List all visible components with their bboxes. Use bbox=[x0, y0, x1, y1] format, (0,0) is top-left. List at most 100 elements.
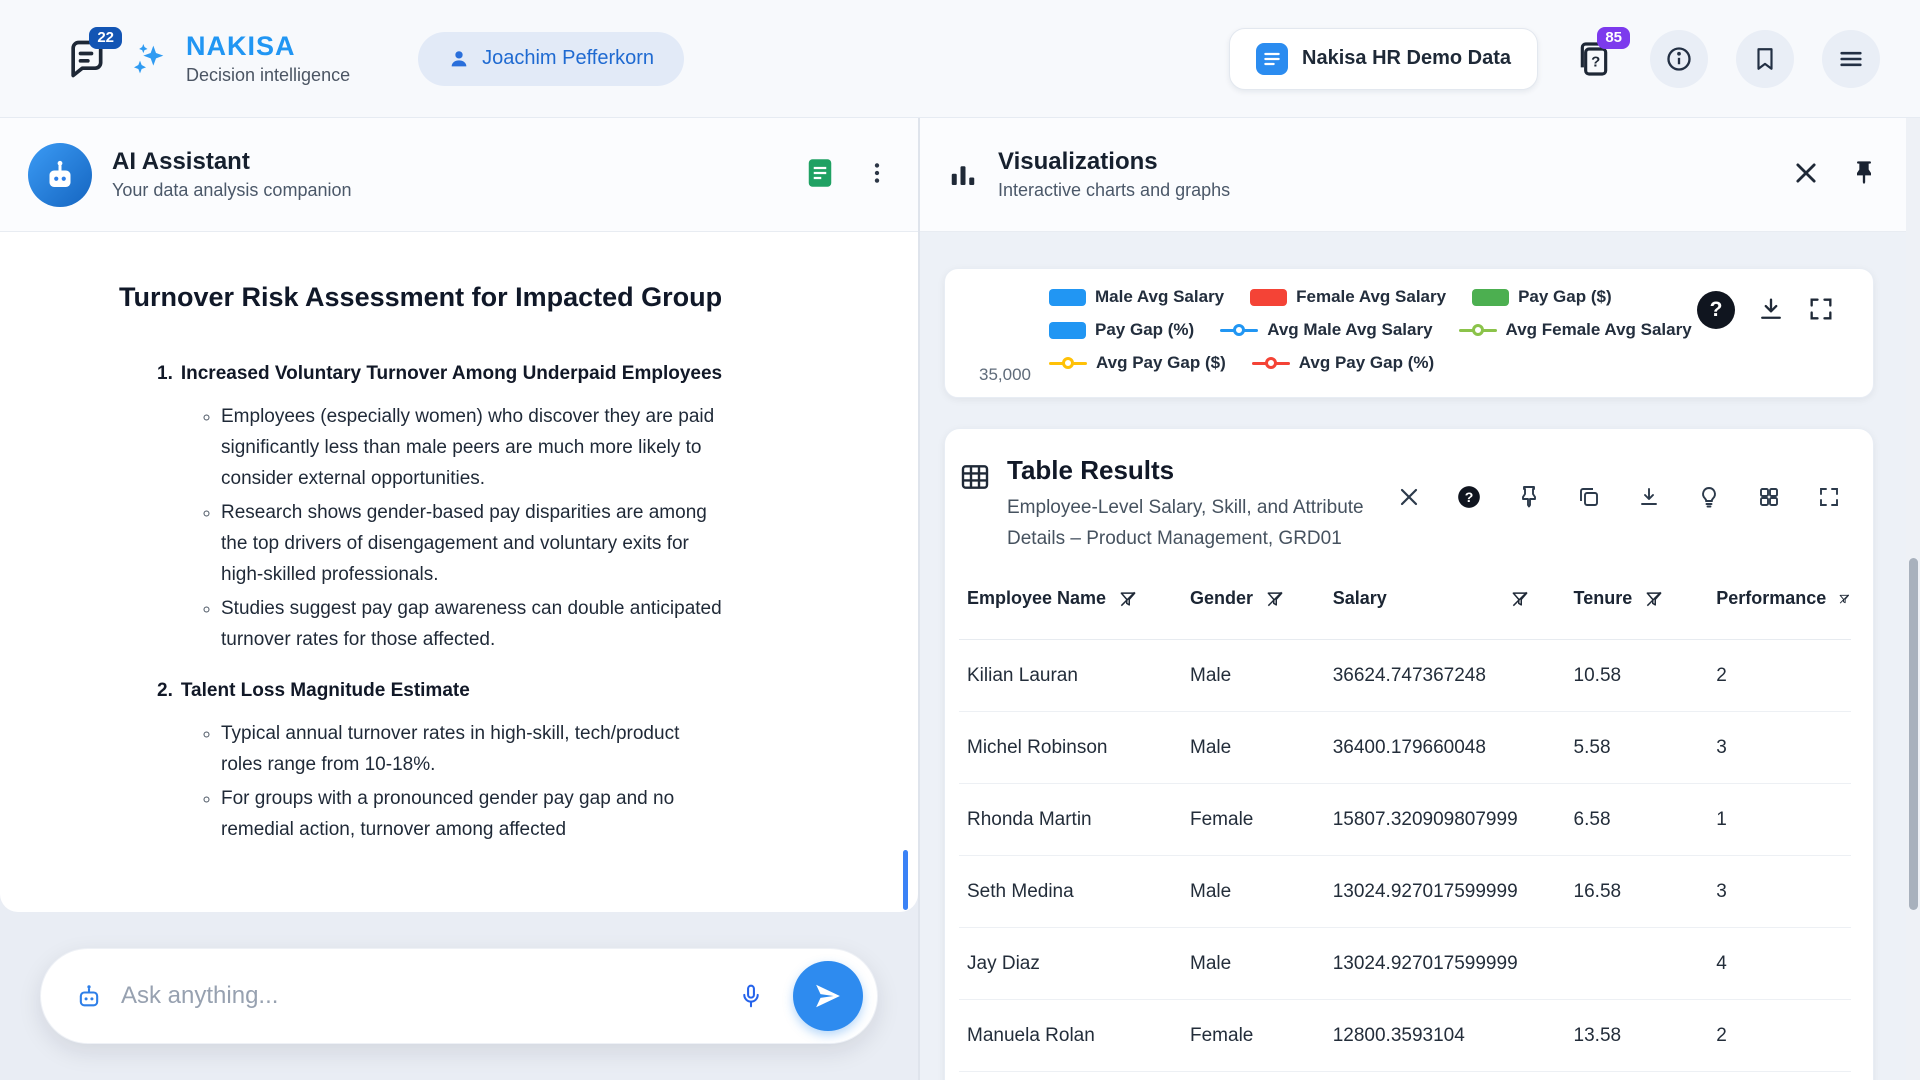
svg-text:?: ? bbox=[1591, 53, 1600, 70]
close-icon bbox=[1792, 159, 1820, 187]
svg-text:?: ? bbox=[1465, 489, 1474, 505]
chat-button[interactable]: 22 bbox=[58, 31, 114, 87]
legend-item[interactable]: Avg Male Avg Salary bbox=[1220, 320, 1432, 340]
send-button[interactable] bbox=[793, 961, 863, 1031]
library-badge: 85 bbox=[1597, 27, 1630, 49]
mic-button[interactable] bbox=[727, 972, 775, 1020]
pin-visualizations-button[interactable] bbox=[1850, 159, 1878, 190]
info-button[interactable] bbox=[1650, 30, 1708, 88]
cell-tenure bbox=[1566, 928, 1709, 1000]
table-row[interactable]: Seth Medina Male 13024.927017599999 16.5… bbox=[959, 856, 1851, 928]
cell-gender: Female bbox=[1182, 784, 1325, 856]
chat-input-bar bbox=[40, 948, 878, 1044]
page-scrollbar-thumb[interactable] bbox=[1909, 558, 1918, 910]
cell-performance: 3 bbox=[1708, 856, 1851, 928]
bar-chart-icon bbox=[948, 160, 978, 190]
content-scrollbar-thumb[interactable] bbox=[903, 850, 908, 910]
table-results-subtitle: Employee-Level Salary, Skill, and Attrib… bbox=[1007, 492, 1364, 554]
cell-salary: 13024.927017599999 bbox=[1325, 856, 1566, 928]
bookmark-button[interactable] bbox=[1736, 30, 1794, 88]
chart-help-button[interactable]: ? bbox=[1697, 291, 1735, 329]
filter-icon[interactable] bbox=[1838, 589, 1851, 609]
mic-icon bbox=[738, 983, 764, 1009]
cell-tenure: 6.58 bbox=[1566, 784, 1709, 856]
close-table-button[interactable] bbox=[1387, 477, 1431, 517]
page-scrollbar[interactable] bbox=[1906, 118, 1920, 1080]
cell-performance: 3 bbox=[1708, 712, 1851, 784]
table-icon bbox=[959, 461, 991, 493]
cell-gender: Male bbox=[1182, 928, 1325, 1000]
table-copy-button[interactable] bbox=[1567, 477, 1611, 517]
cell-employee-name: Kilian Lauran bbox=[959, 640, 1182, 712]
chat-input[interactable] bbox=[121, 982, 709, 1010]
filter-icon[interactable] bbox=[1644, 589, 1664, 609]
close-icon bbox=[1397, 485, 1421, 509]
legend-item[interactable]: Avg Pay Gap (%) bbox=[1252, 353, 1434, 373]
user-icon bbox=[448, 48, 470, 70]
table-layout-button[interactable] bbox=[1747, 477, 1791, 517]
column-header: Employee Name bbox=[967, 588, 1106, 609]
export-sheet-button[interactable] bbox=[806, 158, 834, 191]
library-button[interactable]: ? 85 bbox=[1566, 31, 1622, 87]
table-pin-button[interactable] bbox=[1507, 477, 1551, 517]
legend-item[interactable]: Female Avg Salary bbox=[1250, 287, 1446, 307]
top-header: 22 NAKISA Decision intelligence Joachim … bbox=[0, 0, 1920, 118]
ai-response-content[interactable]: Turnover Risk Assessment for Impacted Gr… bbox=[0, 232, 918, 912]
bullet-point: For groups with a pronounced gender pay … bbox=[221, 783, 723, 845]
table-row[interactable]: Jay Diaz Male 13024.927017599999 4 bbox=[959, 928, 1851, 1000]
ai-assistant-header: AI Assistant Your data analysis companio… bbox=[0, 118, 918, 232]
table-help-button[interactable]: ? bbox=[1447, 477, 1491, 517]
filter-icon[interactable] bbox=[1118, 589, 1138, 609]
table-row[interactable]: Manuela Rolan Female 12800.3593104 13.58… bbox=[959, 1000, 1851, 1072]
brand-name: NAKISA bbox=[186, 31, 350, 62]
bullet-point: Typical annual turnover rates in high-sk… bbox=[221, 718, 723, 780]
fullscreen-icon bbox=[1807, 295, 1835, 323]
list-item: 2.Talent Loss Magnitude Estimate Typical… bbox=[157, 675, 723, 845]
table-fullscreen-button[interactable] bbox=[1807, 477, 1851, 517]
list-item-number: 2. bbox=[157, 680, 173, 701]
user-name: Joachim Pefferkorn bbox=[482, 47, 654, 70]
assistant-input-icon bbox=[75, 982, 103, 1010]
legend-line-marker bbox=[1220, 324, 1258, 336]
hamburger-icon bbox=[1837, 45, 1865, 73]
fullscreen-icon bbox=[1817, 485, 1841, 509]
ai-assistant-avatar bbox=[28, 143, 92, 207]
list-item: 1.Increased Voluntary Turnover Among Und… bbox=[157, 358, 723, 655]
cell-performance: 4 bbox=[1708, 928, 1851, 1000]
table-download-button[interactable] bbox=[1627, 477, 1671, 517]
cell-tenure: 16.58 bbox=[1566, 856, 1709, 928]
filter-icon[interactable] bbox=[1265, 589, 1285, 609]
filter-icon[interactable] bbox=[1510, 589, 1530, 609]
legend-item[interactable]: Pay Gap ($) bbox=[1472, 287, 1612, 307]
cell-gender: Male bbox=[1182, 856, 1325, 928]
bullet-point: Studies suggest pay gap awareness can do… bbox=[221, 593, 723, 655]
cell-gender: Male bbox=[1182, 712, 1325, 784]
download-icon bbox=[1637, 485, 1661, 509]
table-row[interactable]: Kilian Lauran Male 36624.747367248 10.58… bbox=[959, 640, 1851, 712]
chart-fullscreen-button[interactable] bbox=[1807, 295, 1835, 326]
legend-swatch bbox=[1472, 289, 1509, 306]
cell-gender: Male bbox=[1182, 640, 1325, 712]
menu-button[interactable] bbox=[1822, 30, 1880, 88]
bullet-point: Research shows gender-based pay disparit… bbox=[221, 497, 723, 590]
more-options-button[interactable] bbox=[864, 160, 890, 189]
legend-item[interactable]: Avg Female Avg Salary bbox=[1459, 320, 1692, 340]
visualizations-header: Visualizations Interactive charts and gr… bbox=[920, 118, 1906, 232]
close-visualizations-button[interactable] bbox=[1792, 159, 1820, 190]
user-menu-button[interactable]: Joachim Pefferkorn bbox=[418, 32, 684, 86]
legend-item[interactable]: Male Avg Salary bbox=[1049, 287, 1224, 307]
bookmark-icon bbox=[1752, 46, 1778, 72]
table-row[interactable]: Michel Robinson Male 36400.179660048 5.5… bbox=[959, 712, 1851, 784]
ai-assistant-column: AI Assistant Your data analysis companio… bbox=[0, 118, 918, 1080]
cell-performance: 1 bbox=[1708, 784, 1851, 856]
results-table: Employee Name Gender Salary Tenure Perfo… bbox=[959, 588, 1851, 1072]
lightbulb-icon bbox=[1697, 485, 1721, 509]
table-row[interactable]: Rhonda Martin Female 15807.320909807999 … bbox=[959, 784, 1851, 856]
table-insights-button[interactable] bbox=[1687, 477, 1731, 517]
cell-salary: 36624.747367248 bbox=[1325, 640, 1566, 712]
dataset-selector-button[interactable]: Nakisa HR Demo Data bbox=[1229, 28, 1538, 90]
chart-download-button[interactable] bbox=[1757, 295, 1785, 326]
legend-item[interactable]: Avg Pay Gap ($) bbox=[1049, 353, 1226, 373]
legend-item[interactable]: Pay Gap (%) bbox=[1049, 320, 1194, 340]
chat-input-area bbox=[0, 912, 918, 1080]
